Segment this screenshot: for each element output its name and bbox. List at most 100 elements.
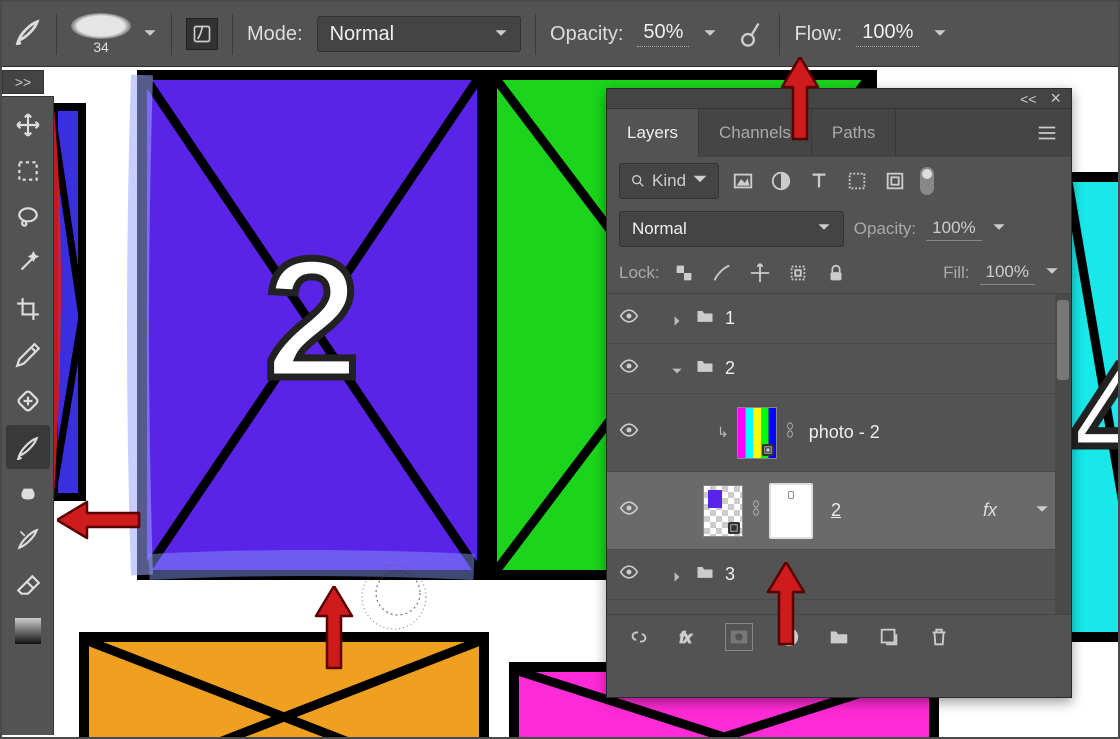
chevron-down-icon[interactable] (703, 23, 717, 46)
visibility-eye-icon[interactable] (617, 498, 641, 523)
layers-panel: << × Layers Channels Paths Kind Normal O… (606, 88, 1072, 698)
chevron-down-icon[interactable] (933, 23, 947, 46)
layer-row[interactable]: ↳ photo - 2 (607, 394, 1071, 472)
filter-adjust-icon[interactable] (767, 167, 795, 195)
lock-artboard-icon[interactable] (784, 259, 812, 287)
chevron-down-icon[interactable] (1045, 263, 1059, 283)
brush-size-label: 34 (93, 39, 109, 55)
visibility-eye-icon[interactable] (617, 356, 641, 381)
svg-text:4: 4 (1072, 331, 1118, 499)
layer-opacity-value[interactable]: 100% (926, 218, 981, 241)
layers-list: 1 2 ↳ photo - 2 (607, 293, 1071, 615)
layer-row-selected[interactable]: 2 fx (607, 472, 1071, 550)
filter-kind-select[interactable]: Kind (619, 163, 719, 199)
layer-thumbnail[interactable] (737, 407, 777, 459)
folder-icon (693, 306, 717, 331)
marquee-tool[interactable] (6, 149, 50, 193)
panel-menu-icon[interactable] (1023, 109, 1071, 157)
annotation-arrow (780, 57, 820, 146)
chevron-down-icon (494, 23, 508, 46)
chevron-right-icon[interactable] (671, 568, 685, 582)
brush-preset-picker[interactable]: 34 (71, 13, 131, 55)
lock-image-icon[interactable] (708, 259, 736, 287)
chevron-down-icon[interactable] (992, 219, 1006, 239)
move-tool[interactable] (6, 103, 50, 147)
canvas-number-2: 2 (265, 224, 360, 414)
opacity-value[interactable]: 50% (637, 21, 689, 47)
visibility-eye-icon[interactable] (617, 420, 641, 445)
tab-paths[interactable]: Paths (812, 109, 896, 157)
eraser-tool[interactable] (6, 563, 50, 607)
pressure-opacity-icon[interactable] (731, 17, 765, 51)
chevron-down-icon (817, 219, 831, 239)
healing-brush-tool[interactable] (6, 379, 50, 423)
lock-transparency-icon[interactable] (670, 259, 698, 287)
link-icon (785, 422, 795, 443)
close-panel-icon[interactable]: × (1050, 88, 1061, 109)
lock-label: Lock: (619, 263, 660, 283)
layer-group-row[interactable]: 2 (607, 344, 1071, 394)
smart-object-icon (728, 522, 740, 534)
layer-group-row[interactable]: 1 (607, 294, 1071, 344)
layers-panel-footer: fx (607, 615, 1071, 659)
history-brush-tool[interactable] (6, 517, 50, 561)
scrollbar[interactable] (1055, 294, 1071, 614)
chevron-down-icon[interactable] (1035, 501, 1049, 521)
fill-label: Fill: (943, 263, 969, 283)
annotation-arrow (57, 500, 141, 545)
expand-toolbar-button[interactable]: >> (2, 70, 44, 94)
crop-tool[interactable] (6, 287, 50, 331)
filter-shape-icon[interactable] (843, 167, 871, 195)
tools-panel (2, 96, 54, 735)
eyedropper-tool[interactable] (6, 333, 50, 377)
chevron-down-icon[interactable] (143, 23, 157, 46)
blend-mode-select[interactable]: Normal (619, 211, 844, 247)
clone-stamp-tool[interactable] (6, 471, 50, 515)
opacity-label: Opacity: (550, 23, 623, 46)
filter-smart-icon[interactable] (881, 167, 909, 195)
magic-wand-tool[interactable] (6, 241, 50, 285)
clip-indicator-icon: ↳ (717, 424, 729, 441)
link-layers-icon[interactable] (625, 623, 653, 651)
brush-tool[interactable] (6, 425, 50, 469)
filter-pixel-icon[interactable] (729, 167, 757, 195)
smart-object-icon (762, 444, 774, 456)
chevron-down-icon[interactable] (671, 362, 685, 376)
chevron-right-icon[interactable] (671, 312, 685, 326)
layer-group-row[interactable]: 3 (607, 550, 1071, 600)
filter-type-icon[interactable] (805, 167, 833, 195)
collapse-panel-icon[interactable]: << (1020, 91, 1036, 107)
flow-label: Flow: (794, 23, 842, 46)
flow-value[interactable]: 100% (856, 21, 919, 47)
mode-label: Mode: (247, 23, 303, 46)
filter-toggle[interactable] (919, 166, 935, 196)
tab-layers[interactable]: Layers (607, 109, 699, 157)
fx-indicator[interactable]: fx (983, 500, 997, 521)
add-mask-icon[interactable] (725, 623, 753, 651)
svg-text:fx: fx (680, 631, 692, 647)
search-icon (630, 173, 646, 189)
layer-mask-thumbnail[interactable] (769, 483, 813, 539)
new-group-icon[interactable] (825, 623, 853, 651)
options-bar: 34 Mode: Normal Opacity: 50% Flow: 100% (2, 2, 1118, 67)
mode-select[interactable]: Normal (317, 16, 521, 52)
visibility-eye-icon[interactable] (617, 306, 641, 331)
new-layer-icon[interactable] (875, 623, 903, 651)
lasso-tool[interactable] (6, 195, 50, 239)
lock-all-icon[interactable] (822, 259, 850, 287)
gradient-tool[interactable] (6, 609, 50, 653)
folder-icon (693, 562, 717, 587)
layer-thumbnail[interactable] (703, 485, 743, 537)
folder-icon (693, 356, 717, 381)
fill-value[interactable]: 100% (980, 262, 1035, 285)
lock-position-icon[interactable] (746, 259, 774, 287)
annotation-arrow (766, 562, 806, 651)
brush-settings-toggle[interactable] (186, 18, 218, 50)
brush-tool-icon (14, 17, 42, 51)
visibility-eye-icon[interactable] (617, 562, 641, 587)
delete-layer-icon[interactable] (925, 623, 953, 651)
fx-icon[interactable]: fx (675, 623, 703, 651)
link-icon (751, 500, 761, 521)
chevron-down-icon (692, 171, 708, 192)
layer-opacity-label: Opacity: (854, 219, 916, 239)
